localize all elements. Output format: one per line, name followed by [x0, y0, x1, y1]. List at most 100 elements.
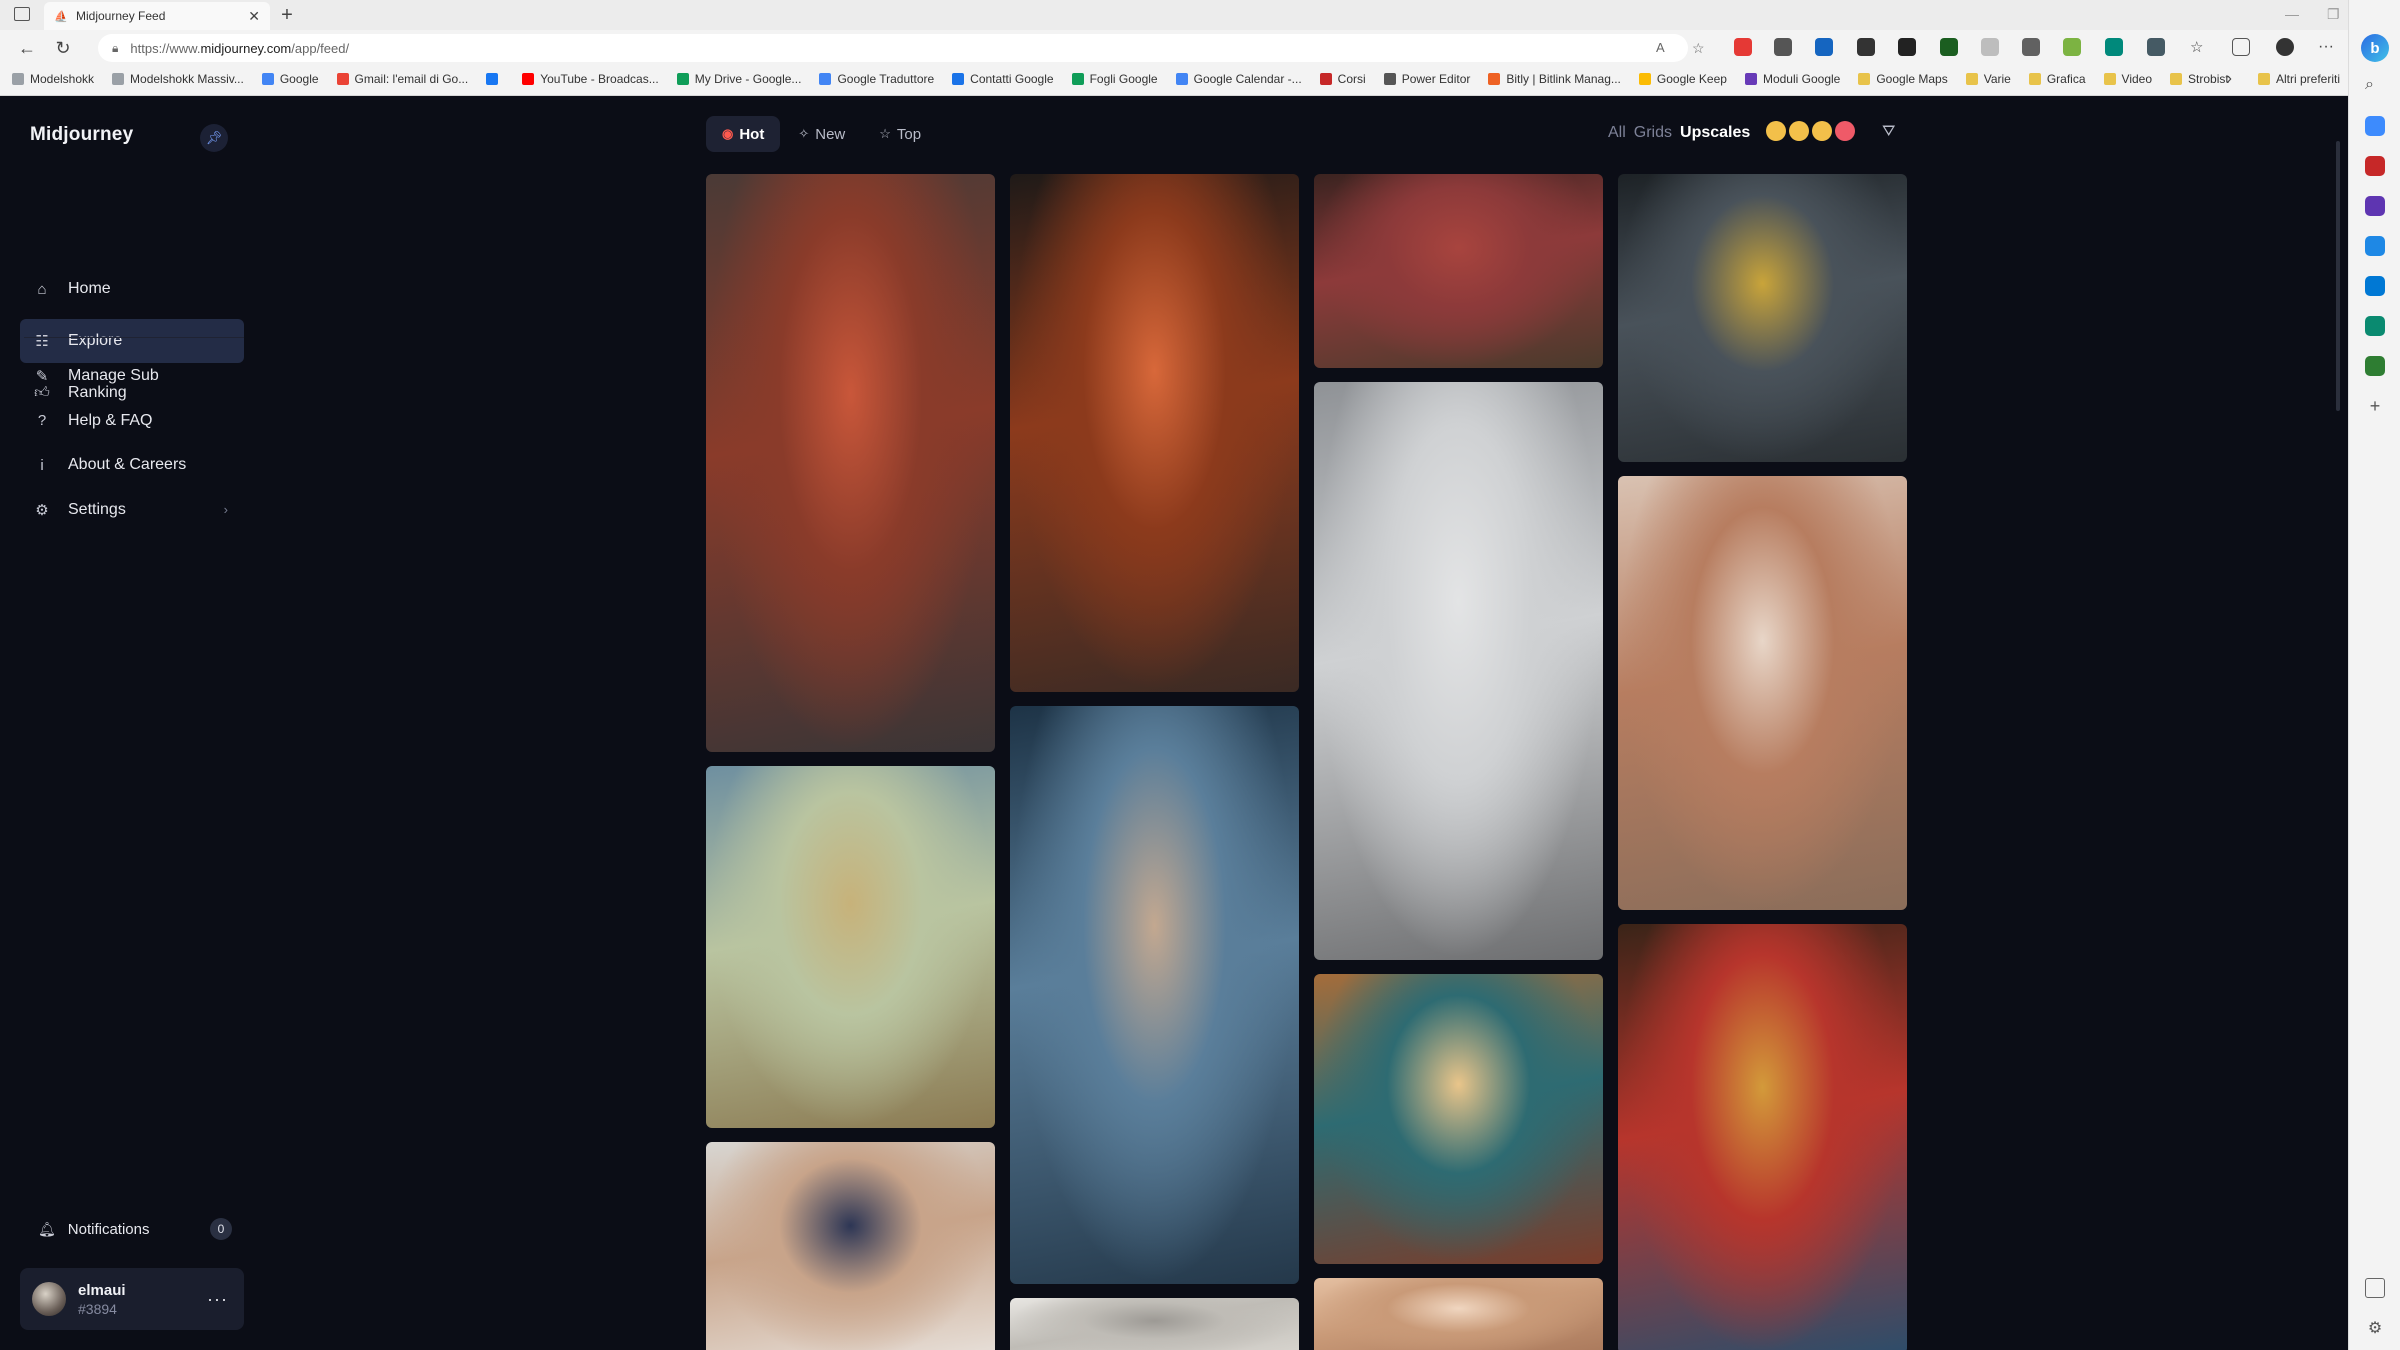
view-all[interactable]: All — [1608, 124, 1626, 142]
collections-icon[interactable] — [2232, 38, 2250, 56]
notifications-button[interactable]: 🔔︎ Notifications 0 — [20, 1212, 244, 1246]
filter-funnel-icon[interactable]: ⛛ — [1882, 123, 1895, 141]
bookmark-favicon-icon — [12, 73, 24, 85]
extension-icon-4[interactable] — [1857, 38, 1875, 56]
bookmark-item[interactable]: Fogli Google — [1071, 72, 1158, 86]
feed-image[interactable] — [1314, 382, 1603, 960]
other-bookmarks[interactable]: Altri preferiti — [2276, 72, 2340, 86]
outlook-icon[interactable] — [2365, 276, 2385, 296]
bookmark-item[interactable]: Grafica — [2028, 72, 2086, 86]
address-bar[interactable]: 🔒︎ https://www. midjourney.com/app/feed/ — [98, 34, 1688, 62]
extension-icon-9[interactable] — [2063, 38, 2081, 56]
bookmarks-overflow-icon[interactable]: › — [2227, 70, 2232, 88]
feed-image[interactable] — [1618, 174, 1907, 462]
extension-icon-7[interactable] — [1981, 38, 1999, 56]
view-grids[interactable]: Grids — [1634, 124, 1672, 142]
bookmark-item[interactable]: Modelshokk Massiv... — [112, 72, 244, 86]
feed-image[interactable] — [706, 174, 995, 752]
bookmark-item[interactable]: Strobist — [2170, 72, 2229, 86]
search-icon[interactable]: ⌕ — [2365, 76, 2385, 96]
profile-avatar[interactable] — [2276, 38, 2294, 56]
bookmark-item[interactable]: Corsi — [1319, 72, 1366, 86]
read-aloud-icon[interactable]: A — [1656, 40, 1674, 58]
user-more-button[interactable]: ··· — [207, 1289, 228, 1310]
extension-icon-8[interactable] — [2022, 38, 2040, 56]
minimize-icon[interactable]: — — [2285, 6, 2299, 22]
extension-icon-5[interactable] — [1898, 38, 1916, 56]
restore-icon[interactable]: ❐ — [2327, 6, 2340, 23]
feed-image[interactable] — [1010, 706, 1299, 1284]
bookmark-item[interactable]: Google Maps — [1858, 72, 1948, 86]
feed-image[interactable] — [1010, 1298, 1299, 1350]
extension-icon-3[interactable] — [1815, 38, 1833, 56]
bookmark-item[interactable]: My Drive - Google... — [676, 72, 801, 86]
browser-tab[interactable]: ⛵ Midjourney Feed ✕ — [44, 2, 270, 30]
emoji-sad-icon[interactable] — [1766, 121, 1786, 141]
tab-hot[interactable]: ◉ Hot — [706, 116, 781, 152]
feed-image[interactable] — [1010, 174, 1299, 692]
sidebar-item-manage-sub[interactable]: ✎ Manage Sub — [20, 354, 244, 398]
office-icon[interactable] — [2365, 236, 2385, 256]
extension-icon-6[interactable] — [1940, 38, 1958, 56]
tab-actions-icon[interactable] — [14, 7, 30, 21]
bookmark-item[interactable]: Google Keep — [1638, 72, 1727, 86]
bookmark-item[interactable]: Bitly | Bitlink Manag... — [1488, 72, 1621, 86]
tab-top[interactable]: ☆ Top — [863, 116, 937, 152]
emoji-smile-icon[interactable] — [1812, 121, 1832, 141]
bookmark-item[interactable]: Modelshokk — [12, 72, 94, 86]
bookmark-item[interactable] — [486, 73, 504, 85]
tab-close-icon[interactable]: ✕ — [248, 8, 260, 25]
edit-icon: ✎ — [35, 368, 49, 385]
bookmark-item[interactable]: Gmail: l'email di Go... — [336, 72, 468, 86]
back-icon[interactable]: ← — [12, 38, 42, 59]
bookmark-item[interactable]: Google — [261, 72, 319, 86]
favorite-add-icon[interactable]: ☆ — [1692, 40, 1710, 58]
more-menu-icon[interactable]: ··· — [2318, 38, 2336, 56]
sidebar-item-home[interactable]: ⌂ Home — [20, 267, 244, 311]
bookmark-item[interactable]: Power Editor — [1383, 72, 1470, 86]
extension-icon-1[interactable] — [1734, 38, 1752, 56]
pin-icon[interactable]: 📌︎ — [200, 124, 228, 152]
view-upscales[interactable]: Upscales — [1680, 124, 1750, 142]
tab-new[interactable]: ✧ New — [782, 116, 861, 152]
scrollbar[interactable] — [2336, 141, 2340, 411]
emoji-love-icon[interactable] — [1835, 121, 1855, 141]
bookmark-label: Modelshokk — [30, 72, 95, 86]
emoji-neutral-icon[interactable] — [1789, 121, 1809, 141]
games-icon[interactable] — [2365, 196, 2385, 216]
refresh-icon[interactable]: ↻ — [48, 38, 78, 59]
shopping-icon[interactable] — [2365, 116, 2385, 136]
bookmark-item[interactable]: Google Calendar -... — [1175, 72, 1302, 86]
new-tab-button[interactable]: + — [276, 4, 298, 27]
favorites-icon[interactable]: ☆ — [2190, 38, 2208, 56]
feed-image[interactable] — [706, 1142, 995, 1350]
bing-chat-icon[interactable]: b — [2361, 34, 2389, 62]
feed-image[interactable] — [1314, 174, 1603, 368]
gear-icon[interactable]: ⚙ — [2365, 1318, 2385, 1338]
sidebar-divider — [24, 337, 244, 338]
user-card[interactable]: elmaui #3894 ··· — [20, 1268, 244, 1330]
drop-icon[interactable] — [2365, 316, 2385, 336]
bookmark-item[interactable]: Google Traduttore — [819, 72, 934, 86]
sidebar-item-about-careers[interactable]: i About & Careers — [20, 443, 244, 487]
brand-logo[interactable]: Midjourney — [30, 124, 133, 146]
feed-image[interactable] — [1618, 476, 1907, 910]
extension-icon-2[interactable] — [1774, 38, 1792, 56]
feed-image[interactable] — [1618, 924, 1907, 1350]
bookmark-item[interactable]: Moduli Google — [1744, 72, 1840, 86]
sidebar-item-settings[interactable]: ⚙ Settings › — [20, 488, 244, 532]
bookmark-item[interactable]: YouTube - Broadcas... — [522, 72, 659, 86]
add-icon[interactable]: + — [2365, 396, 2385, 416]
tree-icon[interactable] — [2365, 356, 2385, 376]
feed-image[interactable] — [706, 766, 995, 1128]
extension-icon-10[interactable] — [2105, 38, 2123, 56]
bookmark-item[interactable]: Varie — [1965, 72, 2011, 86]
hide-sidebar-icon[interactable] — [2365, 1278, 2385, 1298]
feed-image[interactable] — [1314, 1278, 1603, 1350]
feed-image[interactable] — [1314, 974, 1603, 1264]
sidebar-item-help-faq[interactable]: ? Help & FAQ — [20, 399, 244, 443]
bookmark-item[interactable]: Contatti Google — [952, 72, 1054, 86]
bookmark-item[interactable]: Video — [2103, 72, 2152, 86]
extension-icon-11[interactable] — [2147, 38, 2165, 56]
tools-icon[interactable] — [2365, 156, 2385, 176]
